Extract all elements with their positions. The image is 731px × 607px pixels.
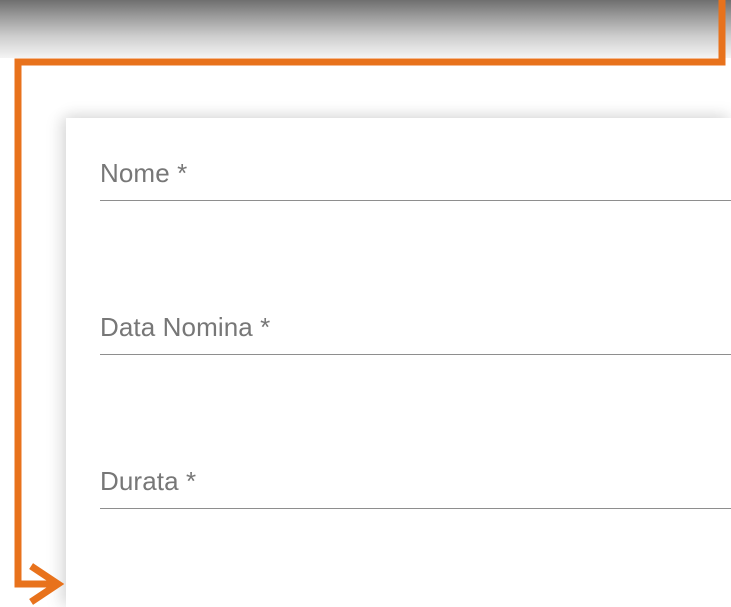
durata-field[interactable]: Durata * [100, 460, 731, 509]
data-nomina-field-label: Data Nomina * [100, 312, 271, 342]
data-nomina-field[interactable]: Data Nomina * [100, 306, 731, 355]
nome-field[interactable]: Nome * [100, 152, 731, 201]
arrow-head-icon [29, 563, 65, 605]
durata-field-label: Durata * [100, 466, 197, 496]
nome-field-label: Nome * [100, 158, 188, 188]
header-bar [0, 0, 731, 58]
